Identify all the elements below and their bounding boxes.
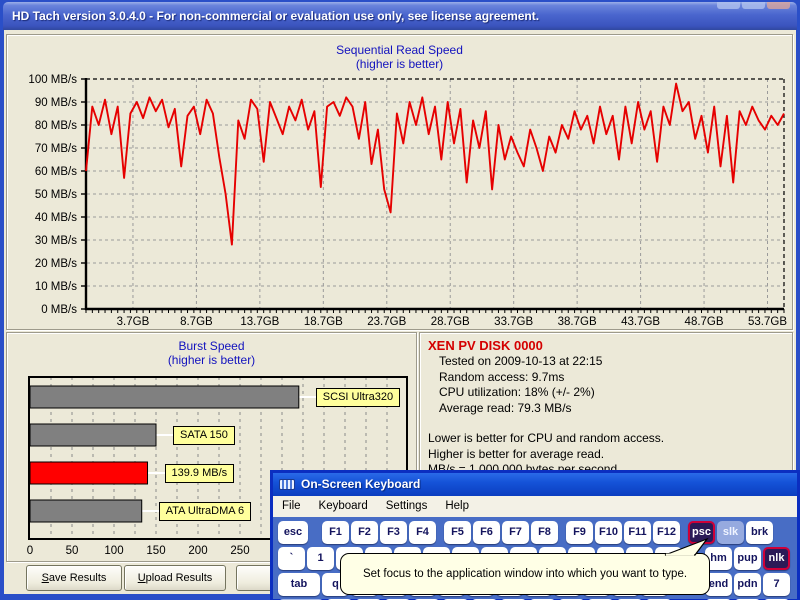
svg-text:0: 0 (27, 545, 33, 557)
info-note-line: Higher is better for average read. (428, 447, 784, 463)
osk-key-brk[interactable]: brk (746, 521, 773, 544)
upload-results-button[interactable]: Upload Results (124, 565, 226, 591)
osk-key-slk[interactable]: slk (717, 521, 744, 544)
svg-text:38.7GB: 38.7GB (558, 316, 597, 328)
svg-text:0 MB/s: 0 MB/s (41, 304, 77, 316)
svg-text:18.7GB: 18.7GB (304, 316, 343, 328)
svg-text:10 MB/s: 10 MB/s (35, 281, 77, 293)
svg-text:23.7GB: 23.7GB (367, 316, 406, 328)
svg-text:250: 250 (230, 545, 249, 557)
sequential-read-chart: 0 MB/s 10 MB/s 20 MB/s 30 MB/s 40 MB/s 50 MB/… (7, 35, 792, 329)
svg-text:80 MB/s: 80 MB/s (35, 120, 77, 132)
osk-key-F10[interactable]: F10 (595, 521, 622, 544)
window-controls (717, 2, 790, 9)
osk-menu-keyboard[interactable]: Keyboard (310, 496, 377, 517)
osk-menu-settings[interactable]: Settings (377, 496, 437, 517)
svg-text:33.7GB: 33.7GB (494, 316, 533, 328)
svg-text:30 MB/s: 30 MB/s (35, 235, 77, 247)
osk-menu-file[interactable]: File (273, 496, 310, 517)
svg-text:60 MB/s: 60 MB/s (35, 166, 77, 178)
svg-text:20 MB/s: 20 MB/s (35, 258, 77, 270)
info-note-line: Lower is better for CPU and random acces… (428, 431, 784, 447)
svg-text:43.7GB: 43.7GB (621, 316, 660, 328)
drive-stats: Tested on 2009-10-13 at 22:15Random acce… (428, 354, 784, 416)
svg-text:90 MB/s: 90 MB/s (35, 97, 77, 109)
hdtach-title: HD Tach version 3.0.4.0 - For non-commer… (12, 9, 539, 23)
osk-key-1[interactable]: 1 (307, 547, 334, 570)
osk-tooltip-text: Set focus to the application window into… (363, 568, 687, 580)
svg-text:53.7GB: 53.7GB (748, 316, 787, 328)
osk-tooltip: Set focus to the application window into… (340, 553, 710, 595)
svg-text:150: 150 (146, 545, 165, 557)
burst-bar-label: ATA UltraDMA 6 (159, 502, 251, 521)
osk-key-F2[interactable]: F2 (351, 521, 378, 544)
minimize-button[interactable] (717, 2, 740, 9)
osk-key-esc[interactable]: esc (278, 521, 308, 544)
svg-text:50: 50 (66, 545, 79, 557)
osk-row-1: escF1F2F3F4F5F6F7F8F9F10F11F12pscslkbrk (278, 521, 792, 544)
keyboard-icon (279, 479, 295, 490)
osk-key-pdn[interactable]: pdn (734, 573, 761, 596)
svg-text:200: 200 (188, 545, 207, 557)
osk-key-F11[interactable]: F11 (624, 521, 651, 544)
burst-bar-label: SATA 150 (173, 426, 235, 445)
svg-text:13.7GB: 13.7GB (240, 316, 279, 328)
osk-key-[interactable]: ` (278, 547, 305, 570)
maximize-button[interactable] (742, 2, 765, 9)
hdtach-titlebar[interactable]: HD Tach version 3.0.4.0 - For non-commer… (3, 2, 797, 30)
drive-stat-line: Average read: 79.3 MB/s (428, 401, 784, 417)
save-results-button[interactable]: Save Results (26, 565, 122, 591)
osk-key-F7[interactable]: F7 (502, 521, 529, 544)
svg-text:3.7GB: 3.7GB (117, 316, 150, 328)
osk-key-7[interactable]: 7 (763, 573, 790, 596)
burst-bar-label: SCSI Ultra320 (316, 388, 400, 407)
svg-text:48.7GB: 48.7GB (685, 316, 724, 328)
drive-stat-line: CPU utilization: 18% (+/- 2%) (428, 385, 784, 401)
osk-key-F6[interactable]: F6 (473, 521, 500, 544)
osk-menubar: FileKeyboardSettingsHelp (273, 496, 797, 517)
svg-text:100 MB/s: 100 MB/s (28, 74, 77, 86)
osk-title: On-Screen Keyboard (301, 473, 420, 496)
svg-text:8.7GB: 8.7GB (180, 316, 213, 328)
drive-name: XEN PV DISK 0000 (428, 338, 784, 354)
osk-key-F8[interactable]: F8 (531, 521, 558, 544)
tooltip-arrow (653, 538, 713, 555)
osk-key-F1[interactable]: F1 (322, 521, 349, 544)
osk-key-F4[interactable]: F4 (409, 521, 436, 544)
drive-stat-line: Tested on 2009-10-13 at 22:15 (428, 354, 784, 370)
onscreen-keyboard-window: On-Screen Keyboard FileKeyboardSettingsH… (270, 470, 800, 600)
svg-text:28.7GB: 28.7GB (431, 316, 470, 328)
svg-text:70 MB/s: 70 MB/s (35, 143, 77, 155)
osk-key-tab[interactable]: tab (278, 573, 320, 596)
osk-key-F3[interactable]: F3 (380, 521, 407, 544)
osk-key-F9[interactable]: F9 (566, 521, 593, 544)
osk-key-nlk[interactable]: nlk (763, 547, 790, 570)
desktop: HD Tach version 3.0.4.0 - For non-commer… (0, 0, 800, 600)
svg-text:40 MB/s: 40 MB/s (35, 212, 77, 224)
osk-key-F5[interactable]: F5 (444, 521, 471, 544)
svg-text:100: 100 (104, 545, 123, 557)
osk-titlebar[interactable]: On-Screen Keyboard (273, 473, 797, 496)
drive-stat-line: Random access: 9.7ms (428, 370, 784, 386)
osk-key-pup[interactable]: pup (734, 547, 761, 570)
burst-bar-label: 139.9 MB/s (165, 464, 235, 483)
svg-text:50 MB/s: 50 MB/s (35, 189, 77, 201)
sequential-read-panel: Sequential Read Speed (higher is better)… (6, 34, 793, 330)
osk-menu-help[interactable]: Help (436, 496, 478, 517)
close-button[interactable] (767, 2, 790, 9)
